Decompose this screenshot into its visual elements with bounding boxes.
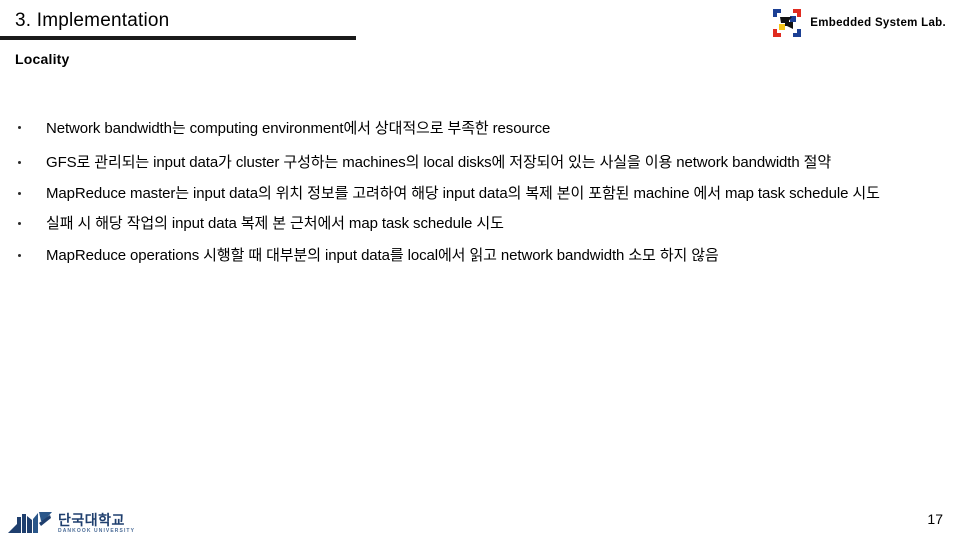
university-name-block: 단국대학교 DANKOOK UNIVERSITY bbox=[58, 513, 135, 535]
list-item: Network bandwidth는 computing environment… bbox=[15, 118, 935, 141]
page-title: 3. Implementation bbox=[15, 10, 170, 31]
list-item: GFS로 관리되는 input data가 cluster 구성하는 machi… bbox=[15, 152, 935, 175]
bullet-dot-icon bbox=[18, 191, 21, 195]
list-item-text: Network bandwidth는 computing environment… bbox=[46, 120, 551, 137]
bullet-dot-icon bbox=[18, 222, 21, 226]
list-item: MapReduce operations 시행할 때 대부분의 input da… bbox=[15, 245, 935, 268]
dankook-university-logo-icon bbox=[8, 511, 54, 535]
embedded-system-lab-logo-icon bbox=[772, 8, 802, 38]
list-item: MapReduce master는 input data의 위치 정보를 고려하… bbox=[15, 183, 935, 206]
lab-brand: Embedded System Lab. bbox=[772, 8, 946, 38]
bullet-dot-icon bbox=[18, 160, 21, 164]
university-brand: 단국대학교 DANKOOK UNIVERSITY bbox=[8, 511, 135, 535]
bullet-dot-icon bbox=[18, 126, 21, 129]
section-heading: Locality bbox=[15, 51, 70, 67]
list-item-text: MapReduce operations 시행할 때 대부분의 input da… bbox=[46, 247, 719, 265]
bullet-list: Network bandwidth는 computing environment… bbox=[15, 118, 935, 275]
list-item-text: MapReduce master는 input data의 위치 정보를 고려하… bbox=[46, 184, 880, 202]
university-name-en: DANKOOK UNIVERSITY bbox=[58, 528, 136, 534]
bullet-dot-icon bbox=[18, 254, 21, 258]
lab-name-label: Embedded System Lab. bbox=[810, 17, 946, 29]
page-number: 17 bbox=[927, 511, 943, 527]
list-item-text: 실패 시 해당 작업의 input data 복제 본 근처에서 map tas… bbox=[46, 215, 504, 233]
list-item: 실패 시 해당 작업의 input data 복제 본 근처에서 map tas… bbox=[15, 213, 935, 236]
title-divider bbox=[0, 36, 356, 40]
list-item-text: GFS로 관리되는 input data가 cluster 구성하는 machi… bbox=[46, 153, 832, 171]
university-name-ko: 단국대학교 bbox=[58, 512, 125, 528]
